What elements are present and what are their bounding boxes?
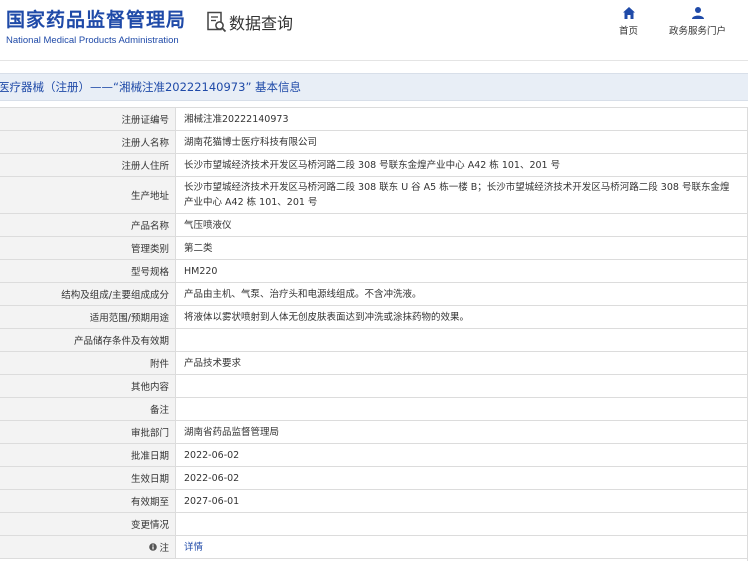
row-value: 产品技术要求 — [184, 357, 242, 369]
site-header: 国家药品监督管理局 National Medical Products Admi… — [0, 0, 748, 61]
row-value: 2027-06-01 — [184, 495, 240, 507]
info-icon — [149, 543, 158, 551]
row-value — [176, 513, 748, 535]
home-icon — [622, 7, 635, 19]
row-label: 注册人住所 — [0, 154, 176, 176]
record-title: 医疗器械（注册）——“湘械注准20222140973” 基本信息 — [0, 80, 302, 94]
row-value: 长沙市望城经济技术开发区马桥河路二段 308 联东 U 谷 A5 栋一楼 B；长… — [184, 182, 730, 208]
data-query-label: 数据查询 — [229, 14, 294, 33]
row-label: 注 — [159, 543, 169, 554]
row-value: HM220 — [184, 265, 218, 277]
row-label: 其他内容 — [0, 375, 176, 397]
table-row: 适用范围/预期用途 将液体以雾状喷射到人体无创皮肤表面达到冲洗或涂抹药物的效果。 — [0, 306, 748, 329]
row-value: 气压喷液仪 — [184, 219, 232, 231]
row-label-note: 注 — [0, 536, 176, 558]
row-label: 适用范围/预期用途 — [0, 306, 176, 328]
row-label: 结构及组成/主要组成成分 — [0, 283, 176, 305]
table-row: 附件 产品技术要求 — [0, 352, 748, 375]
row-label: 管理类别 — [0, 237, 176, 259]
row-value: 湖南花猫博士医疗科技有限公司 — [184, 136, 318, 148]
row-value: 将液体以雾状喷射到人体无创皮肤表面达到冲洗或涂抹药物的效果。 — [184, 311, 470, 323]
row-label: 变更情况 — [0, 513, 176, 535]
row-value: 湖南省药品监督管理局 — [184, 426, 280, 438]
data-query-section[interactable]: 数据查询 — [207, 10, 293, 34]
brand-name-cn: 国家药品监督管理局 — [6, 9, 187, 31]
row-value: 2022-06-02 — [184, 449, 240, 461]
row-label: 生产地址 — [0, 177, 176, 213]
row-label: 生效日期 — [0, 467, 176, 489]
info-table: 注册证编号 湘械注准20222140973 注册人名称 湖南花猫博士医疗科技有限… — [0, 107, 748, 559]
row-label: 附件 — [0, 352, 176, 374]
table-row: 注册证编号 湘械注准20222140973 — [0, 108, 748, 131]
row-label: 审批部门 — [0, 421, 176, 443]
record-title-bar: 医疗器械（注册）——“湘械注准20222140973” 基本信息 — [0, 73, 748, 101]
data-query-icon — [207, 11, 227, 33]
table-row: 产品储存条件及有效期 — [0, 329, 748, 352]
table-row: 管理类别 第二类 — [0, 237, 748, 260]
nav-portal[interactable]: 政务服务门户 — [669, 6, 726, 37]
row-value: 第二类 — [184, 242, 213, 254]
row-label: 注册证编号 — [0, 108, 176, 130]
row-label: 产品名称 — [0, 214, 176, 236]
site-logo[interactable]: 国家药品监督管理局 National Medical Products Admi… — [6, 5, 186, 46]
table-row: 注 详情 — [0, 536, 748, 559]
brand-name-en: National Medical Products Administration — [6, 35, 179, 46]
row-value: 详情 — [176, 536, 748, 558]
row-label: 型号规格 — [0, 260, 176, 282]
table-row: 有效期至 2027-06-01 — [0, 490, 748, 513]
row-label: 注册人名称 — [0, 131, 176, 153]
row-label: 备注 — [0, 398, 176, 420]
nav-home[interactable]: 首页 — [619, 6, 638, 37]
nav-portal-label: 政务服务门户 — [669, 26, 727, 37]
row-value — [176, 375, 748, 397]
row-value — [176, 329, 748, 351]
row-value: 湘械注准20222140973 — [184, 113, 289, 125]
table-row: 备注 — [0, 398, 748, 421]
user-icon — [691, 7, 704, 19]
table-row: 注册人名称 湖南花猫博士医疗科技有限公司 — [0, 131, 748, 154]
row-value: 产品由主机、气泵、治疗头和电源线组成。不含冲洗液。 — [184, 288, 422, 300]
table-row: 注册人住所 长沙市望城经济技术开发区马桥河路二段 308 号联东金煌产业中心 A… — [0, 154, 748, 177]
nav-home-label: 首页 — [619, 26, 639, 37]
table-row: 审批部门 湖南省药品监督管理局 — [0, 421, 748, 444]
table-row: 批准日期 2022-06-02 — [0, 444, 748, 467]
row-label: 有效期至 — [0, 490, 176, 512]
table-row: 型号规格 HM220 — [0, 260, 748, 283]
table-row: 生效日期 2022-06-02 — [0, 467, 748, 490]
row-value: 长沙市望城经济技术开发区马桥河路二段 308 号联东金煌产业中心 A42 栋 1… — [184, 159, 561, 171]
row-label: 批准日期 — [0, 444, 176, 466]
row-label: 产品储存条件及有效期 — [0, 329, 176, 351]
table-row: 结构及组成/主要组成成分 产品由主机、气泵、治疗头和电源线组成。不含冲洗液。 — [0, 283, 748, 306]
details-link[interactable]: 详情 — [184, 540, 203, 555]
table-row: 变更情况 — [0, 513, 748, 536]
table-row: 产品名称 气压喷液仪 — [0, 214, 748, 237]
table-row: 生产地址 长沙市望城经济技术开发区马桥河路二段 308 联东 U 谷 A5 栋一… — [0, 177, 748, 214]
row-value — [176, 398, 748, 420]
table-row: 其他内容 — [0, 375, 748, 398]
row-value: 2022-06-02 — [184, 472, 240, 484]
